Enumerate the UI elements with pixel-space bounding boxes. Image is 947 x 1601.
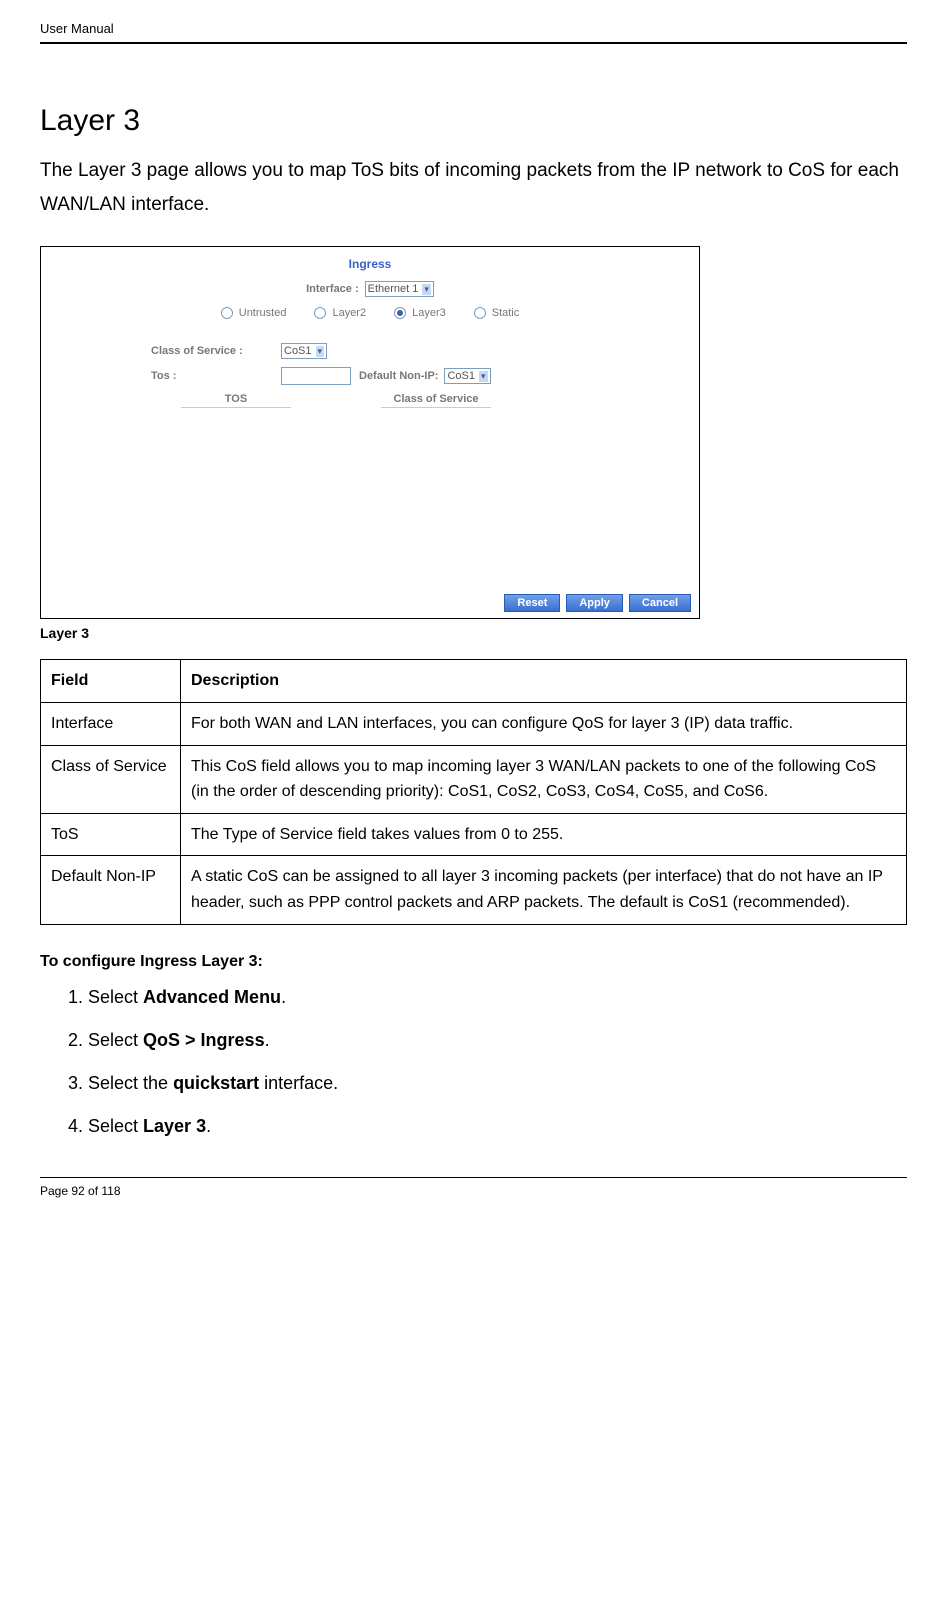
intro-paragraph: The Layer 3 page allows you to map ToS b… [40,154,907,222]
cell-desc: A static CoS can be assigned to all laye… [181,856,907,924]
cell-desc: This CoS field allows you to map incomin… [181,745,907,813]
table-row: ToS The Type of Service field takes valu… [41,813,907,856]
radio-layer2[interactable]: Layer2 [314,307,366,319]
default-nonip-select[interactable]: CoS1 ▾ [444,368,490,384]
radio-layer3-label: Layer3 [412,307,446,319]
cell-field: Default Non-IP [41,856,181,924]
apply-button[interactable]: Apply [566,594,623,612]
ingress-screenshot: Ingress Interface : Ethernet 1 ▾ Untrust… [40,246,700,619]
list-item: Select QoS > Ingress. [88,1030,907,1051]
cell-field: ToS [41,813,181,856]
tos-input[interactable] [281,367,351,385]
chevron-down-icon: ▾ [316,346,325,357]
table-row: Interface For both WAN and LAN interface… [41,702,907,745]
figure-caption: Layer 3 [40,625,907,641]
th-description: Description [181,660,907,703]
cell-desc: For both WAN and LAN interfaces, you can… [181,702,907,745]
ingress-form: Class of Service : CoS1 ▾ Tos : Default … [151,343,699,408]
table-row: Class of Service This CoS field allows y… [41,745,907,813]
list-item: Select Layer 3. [88,1116,907,1137]
radio-static-label: Static [492,307,520,319]
instructions-heading: To configure Ingress Layer 3: [40,953,907,971]
cell-field: Interface [41,702,181,745]
page-number: Page 92 of 118 [40,1184,121,1198]
list-item: Select the quickstart interface. [88,1073,907,1094]
field-description-table: Field Description Interface For both WAN… [40,659,907,924]
table-row: Default Non-IP A static CoS can be assig… [41,856,907,924]
radio-untrusted[interactable]: Untrusted [221,307,287,319]
radio-untrusted-label: Untrusted [239,307,287,319]
cos-select[interactable]: CoS1 ▾ [281,343,327,359]
default-nonip-label: Default Non-IP: [359,370,438,382]
instructions-list: Select Advanced Menu. Select QoS > Ingre… [88,987,907,1137]
radio-static[interactable]: Static [474,307,520,319]
button-bar: Reset Apply Cancel [41,588,699,618]
list-item: Select Advanced Menu. [88,987,907,1008]
chevron-down-icon: ▾ [422,284,431,295]
page-header: User Manual [40,20,907,44]
radio-layer2-label: Layer2 [332,307,366,319]
doc-title: User Manual [40,21,114,36]
cos-label: Class of Service : [151,345,281,357]
reset-button[interactable]: Reset [504,594,560,612]
ingress-heading: Ingress [41,257,699,271]
table-header-row: Field Description [41,660,907,703]
interface-select[interactable]: Ethernet 1 ▾ [365,281,434,297]
cell-field: Class of Service [41,745,181,813]
cancel-button[interactable]: Cancel [629,594,691,612]
radio-layer3[interactable]: Layer3 [394,307,446,319]
page-title: Layer 3 [40,104,907,138]
mode-radio-group: Untrusted Layer2 Layer3 Static [41,307,699,319]
interface-select-value: Ethernet 1 [368,283,419,295]
chevron-down-icon: ▾ [479,371,488,382]
page-footer: Page 92 of 118 [40,1177,907,1198]
tos-label: Tos : [151,370,281,382]
interface-label: Interface : [306,283,359,295]
default-nonip-value: CoS1 [447,370,475,382]
cos-select-value: CoS1 [284,345,312,357]
col-cos-header: Class of Service [381,393,491,408]
col-tos-header: TOS [181,393,291,408]
interface-row: Interface : Ethernet 1 ▾ [41,281,699,297]
cell-desc: The Type of Service field takes values f… [181,813,907,856]
th-field: Field [41,660,181,703]
